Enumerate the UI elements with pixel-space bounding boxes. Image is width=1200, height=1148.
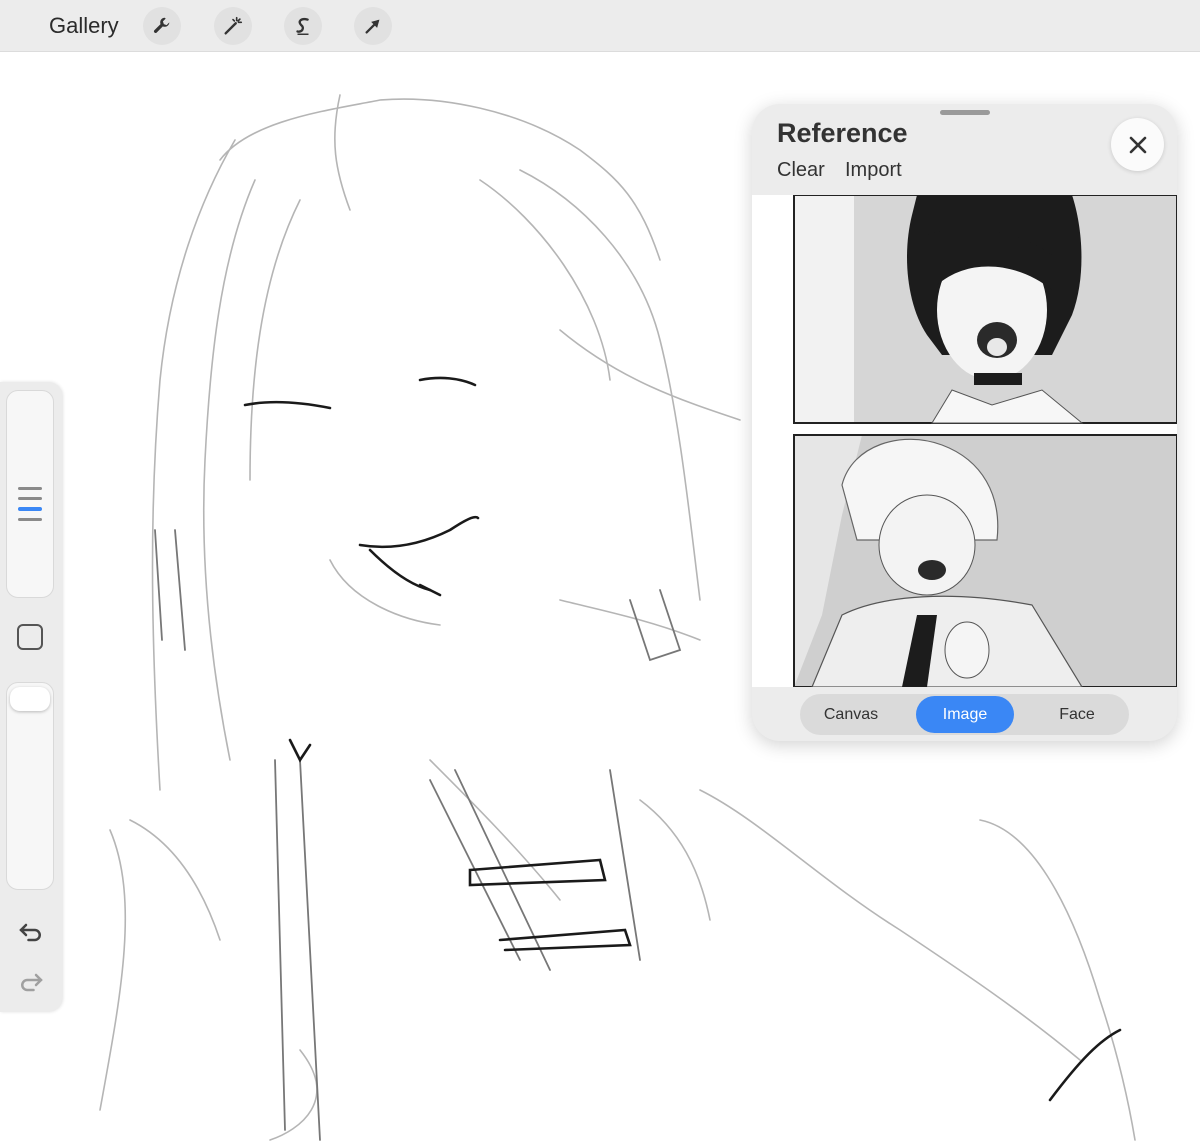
close-icon <box>1129 136 1146 153</box>
reference-panel: Reference Clear Import Canvas Image Face <box>752 104 1177 741</box>
tab-canvas[interactable]: Canvas <box>802 696 900 733</box>
brush-size-slider[interactable] <box>6 390 54 598</box>
opacity-handle[interactable] <box>10 687 50 711</box>
slider-tick <box>18 487 42 490</box>
undo-icon[interactable] <box>16 915 46 945</box>
opacity-slider[interactable] <box>6 682 54 890</box>
wrench-icon[interactable] <box>143 7 181 45</box>
import-button[interactable]: Import <box>845 159 902 182</box>
close-button[interactable] <box>1111 118 1164 171</box>
clear-button[interactable]: Clear <box>777 159 825 182</box>
left-sidebar <box>0 382 62 1012</box>
redo-icon[interactable] <box>16 965 46 995</box>
gallery-button[interactable]: Gallery <box>49 13 119 39</box>
reference-image[interactable] <box>752 195 1177 687</box>
slider-tick <box>18 497 42 500</box>
panel-grabber[interactable] <box>940 110 990 115</box>
brush-size-handle[interactable] <box>18 507 42 511</box>
top-toolbar: Gallery <box>0 0 1200 52</box>
modify-button[interactable] <box>17 624 43 650</box>
manga-reference-picture <box>793 195 1177 687</box>
arrow-cursor-icon[interactable] <box>354 7 392 45</box>
reference-title: Reference <box>777 118 908 148</box>
selection-s-icon[interactable] <box>284 7 322 45</box>
tab-image[interactable]: Image <box>916 696 1014 733</box>
reference-source-tabs: Canvas Image Face <box>800 694 1129 735</box>
slider-tick <box>18 518 42 521</box>
tab-face[interactable]: Face <box>1028 696 1126 733</box>
magic-wand-icon[interactable] <box>214 7 252 45</box>
